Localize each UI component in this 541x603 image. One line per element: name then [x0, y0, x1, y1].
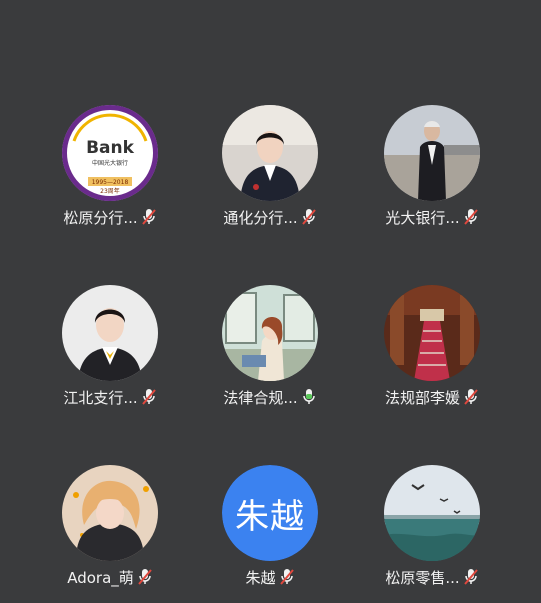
participant-avatar	[384, 285, 480, 381]
participant-name: 松原分行...	[63, 208, 138, 227]
mic-muted-icon	[141, 208, 157, 226]
bank-logo-subtext: 中国光大银行	[92, 159, 128, 167]
participant-name: 通化分行...	[223, 208, 298, 227]
avatar-initials: 朱越	[222, 465, 318, 561]
participant-caption: 松原零售...	[352, 565, 512, 589]
participant-tile[interactable]: 江北支行...	[30, 285, 190, 415]
participant-avatar	[384, 465, 480, 561]
mic-active-icon	[301, 388, 317, 406]
participant-avatar: Bank 中国光大银行 1995—2018 23周年	[62, 105, 158, 201]
participant-caption: 法规部李媛	[352, 385, 512, 409]
participant-caption: 朱越	[190, 565, 350, 589]
participant-name: 光大银行...	[385, 208, 460, 227]
participant-caption: 江北支行...	[30, 385, 190, 409]
participant-tile[interactable]: 法律合规...	[190, 285, 350, 415]
participant-caption: Adora_萌	[30, 565, 190, 589]
participant-avatar	[384, 105, 480, 201]
bank-logo-anniversary: 23周年	[100, 187, 120, 195]
participant-avatar	[222, 285, 318, 381]
participant-grid: Bank 中国光大银行 1995—2018 23周年 松原分行... 通化分行.…	[0, 0, 541, 603]
participant-name: 松原零售...	[385, 568, 460, 587]
mic-muted-icon	[463, 208, 479, 226]
participant-avatar	[222, 105, 318, 201]
mic-muted-icon	[279, 568, 295, 586]
participant-tile[interactable]: Bank 中国光大银行 1995—2018 23周年 松原分行...	[30, 105, 190, 235]
participant-avatar: 朱越	[222, 465, 318, 561]
participant-caption: 光大银行...	[352, 205, 512, 229]
bank-logo-years: 1995—2018	[92, 179, 129, 186]
bank-logo-text: Bank	[86, 138, 135, 158]
participant-tile[interactable]: Adora_萌	[30, 465, 190, 595]
participant-tile[interactable]: 法规部李媛	[352, 285, 512, 415]
participant-name: 朱越	[245, 568, 276, 587]
participant-tile[interactable]: 朱越 朱越	[190, 465, 350, 595]
mic-muted-icon	[463, 388, 479, 406]
participant-caption: 通化分行...	[190, 205, 350, 229]
participant-caption: 松原分行...	[30, 205, 190, 229]
mic-muted-icon	[301, 208, 317, 226]
mic-muted-icon	[137, 568, 153, 586]
participant-tile[interactable]: 光大银行...	[352, 105, 512, 235]
participant-name: 法律合规...	[223, 388, 298, 407]
participant-avatar	[62, 465, 158, 561]
participant-name: 江北支行...	[63, 388, 138, 407]
participant-name: Adora_萌	[67, 568, 134, 587]
participant-name: 法规部李媛	[384, 388, 460, 407]
participant-caption: 法律合规...	[190, 385, 350, 409]
participant-tile[interactable]: 松原零售...	[352, 465, 512, 595]
mic-muted-icon	[463, 568, 479, 586]
participant-tile[interactable]: 通化分行...	[190, 105, 350, 235]
mic-muted-icon	[141, 388, 157, 406]
participant-avatar	[62, 285, 158, 381]
